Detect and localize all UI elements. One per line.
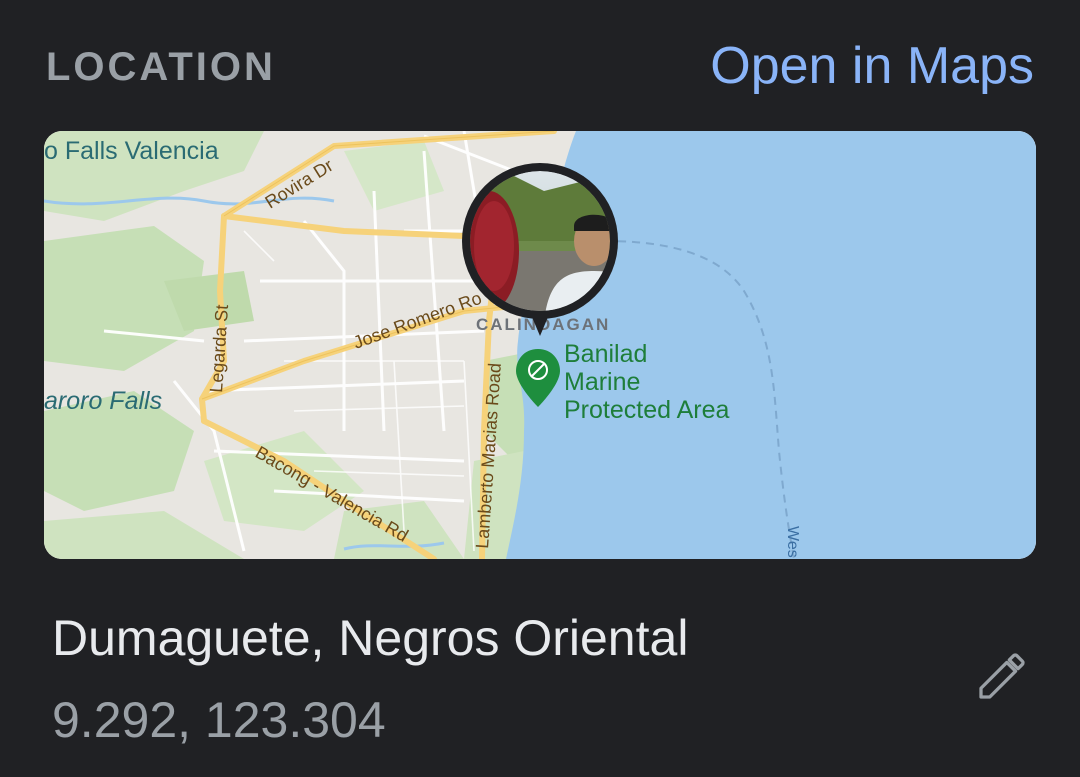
map-preview[interactable]: o Falls Valencia aroro Falls Rovira Dr L…	[44, 131, 1036, 559]
edit-location-button[interactable]	[966, 640, 1038, 712]
location-panel: LOCATION Open in Maps o Falls Valencia a…	[0, 0, 1080, 777]
pencil-icon	[979, 653, 1025, 699]
poi-label-line3: Protected Area	[564, 396, 729, 424]
open-in-maps-link[interactable]: Open in Maps	[710, 36, 1034, 96]
map-image: o Falls Valencia aroro Falls Rovira Dr L…	[44, 131, 1036, 559]
map-label-falls-valencia: o Falls Valencia	[44, 137, 219, 165]
poi-label-line2: Marine	[564, 368, 640, 396]
location-coordinates: 9.292, 123.304	[52, 692, 386, 748]
map-label-casaroro: aroro Falls	[44, 387, 162, 415]
poi-label-line1: Banilad	[564, 340, 647, 368]
section-label: LOCATION	[46, 45, 276, 89]
location-name: Dumaguete, Negros Oriental	[52, 610, 689, 666]
map-label-west: Wes	[784, 526, 801, 558]
